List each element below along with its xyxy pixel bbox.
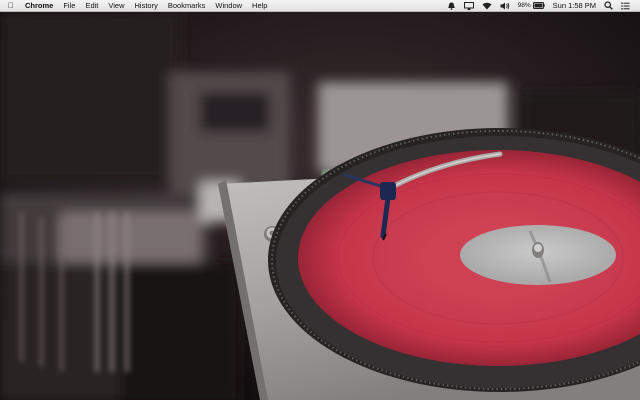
spotlight-icon[interactable] [600, 1, 617, 10]
menu-file[interactable]: File [58, 0, 80, 11]
wallpaper-turntable-image [0, 12, 640, 400]
menu-bar:  Chrome File Edit View History Bookmark… [0, 0, 640, 12]
menu-clock[interactable]: Sun 1:58 PM [549, 0, 600, 11]
menu-help[interactable]: Help [247, 0, 272, 11]
menu-bookmarks[interactable]: Bookmarks [163, 0, 211, 11]
menu-edit[interactable]: Edit [80, 0, 103, 11]
notification-icon[interactable] [443, 2, 460, 10]
menu-app-name[interactable]: Chrome [20, 0, 58, 11]
volume-icon[interactable] [496, 2, 514, 10]
menu-view[interactable]: View [103, 0, 129, 11]
airplay-icon[interactable] [460, 1, 478, 10]
menu-window[interactable]: Window [210, 0, 247, 11]
battery-icon [532, 2, 545, 9]
desktop-wallpaper [0, 12, 640, 400]
wifi-icon[interactable] [478, 2, 496, 10]
apple-icon[interactable]:  [0, 0, 20, 11]
battery-percent: 98% [517, 2, 531, 9]
notification-center-icon[interactable] [617, 1, 634, 10]
battery-status[interactable]: 98% [514, 0, 549, 11]
menu-history[interactable]: History [130, 0, 163, 11]
